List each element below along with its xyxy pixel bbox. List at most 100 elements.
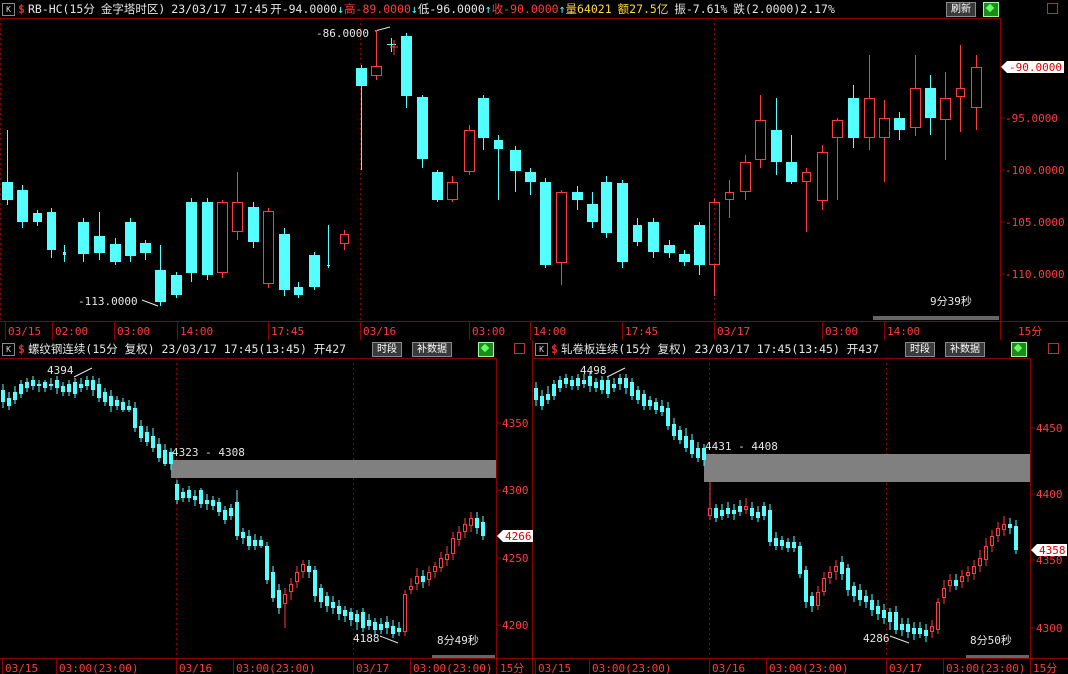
y-tick-label: -100.0000 [1005,164,1065,177]
rebar-chart-panel[interactable]: K $ 螺纹钢连续(15分 复权) 23/03/17 17:45(13:45) 开4… [0,340,533,674]
candle-body [612,384,616,388]
candle-body [960,576,964,582]
candle-body [786,542,790,548]
candle-body [834,566,838,572]
candle-body [744,506,748,510]
x-tick-label: 03:00(23:00) [769,662,848,674]
candle-body [401,36,412,96]
candle-body [755,120,766,160]
top-chart-panel[interactable]: K $ RB-HC(15分 金字塔时区) 23/03/17 17:45 开-94.0000… [0,0,1068,340]
candle-body [157,444,161,458]
x-tick-label: 03:00 [825,325,858,338]
candle-body [771,130,782,162]
candle-body [91,380,95,390]
candle-body [140,243,151,253]
candle-body [217,502,221,512]
price-tag-label: 4266 [505,530,532,543]
y-tick-label: 4350 [502,417,529,430]
high-annotation: -86.0000 [316,27,369,40]
candle-body [942,588,946,598]
candle-body [247,536,251,546]
x-tick-label: 03:00(23:00) [413,662,492,674]
candle-body [47,212,56,250]
candle-body [309,255,320,287]
candle-body [356,68,367,86]
candle-body [94,236,105,253]
candle-body [103,392,107,402]
candle-body [672,424,676,436]
candle-body [373,622,377,630]
candle-body [175,484,179,500]
candle-body [510,150,521,171]
candle-body [139,426,143,438]
candle-body [654,402,658,410]
candle-body [379,624,383,630]
hrc-candlestick-chart[interactable]: 44504400435043004431 - 440803/15 03:00(23… [533,340,1068,674]
candle-body [187,490,191,498]
x-tick-label: 14:00 [180,325,213,338]
candle-body [331,602,335,608]
candle-body [726,508,730,514]
candle-body [848,98,859,138]
candle-body [253,540,257,546]
candle-body [155,270,166,302]
candle-body [750,508,754,516]
candle-body [265,546,269,580]
x-tick-label: 03/17 [717,325,750,338]
rebar-candlestick-chart[interactable]: 4350 4300 4250 4200 4323 - 4308 03/15 03:00(23… [0,340,533,674]
candle-body [481,522,485,536]
candle-body [1008,524,1012,528]
candle-body [478,98,489,138]
candle-body [121,402,125,410]
hrc-chart-panel[interactable]: K $ 轧卷板连续(15分 复权) 23/03/17 17:45(13:45) 开4… [533,340,1068,674]
candle-body [169,452,173,464]
candle-body [151,436,155,448]
candle-body [558,380,562,388]
annotation-line [73,367,93,378]
top-candlestick-chart[interactable]: -95.0000 -100.0000 -105.0000 -110.0000 03/15… [0,0,1068,340]
gap-label: 4431 - 4408 [705,440,778,453]
candle-body [832,120,843,138]
candle-body [840,562,844,574]
candle-body [940,98,951,120]
candle-body [684,436,688,448]
y-tick-label: -105.0000 [1005,216,1065,229]
candle-body [798,546,802,574]
gap-zone [171,460,496,478]
x-tick-label: 03:00(23:00) [592,662,671,674]
candle-body [792,542,796,548]
candle-body [475,518,479,528]
candle-body [433,566,437,572]
candle-body [1,390,5,402]
x-tick-label: 03:00 [117,325,150,338]
candle-body [556,192,567,263]
candle-body [870,600,874,610]
candle-body [415,576,419,584]
candle-body [725,192,734,200]
candle-body [403,594,407,632]
candle-body [340,234,349,244]
candle-body [409,586,413,590]
candle-body [714,508,718,518]
countdown-label: 9分39秒 [930,294,972,308]
candle-body [694,225,705,265]
candle-body [1014,526,1018,550]
candle-body [229,508,233,516]
annotation-line [374,26,391,32]
candle-body [337,606,341,614]
candle-body [588,376,592,386]
candle-body [738,506,742,512]
candle-body [606,380,610,394]
candle-body [664,245,675,253]
x-tick-label: 03/15 [5,662,38,674]
candle-body [572,192,583,200]
candle-body [307,566,311,572]
period-label: 15分 [1033,662,1057,674]
gap-zone [704,454,1030,482]
candle-body [49,384,53,386]
candle-body [930,626,934,632]
y-tick-label: 4300 [1036,622,1063,635]
candle-body [217,202,228,273]
candle-body [19,384,23,394]
candle-body [125,222,136,256]
